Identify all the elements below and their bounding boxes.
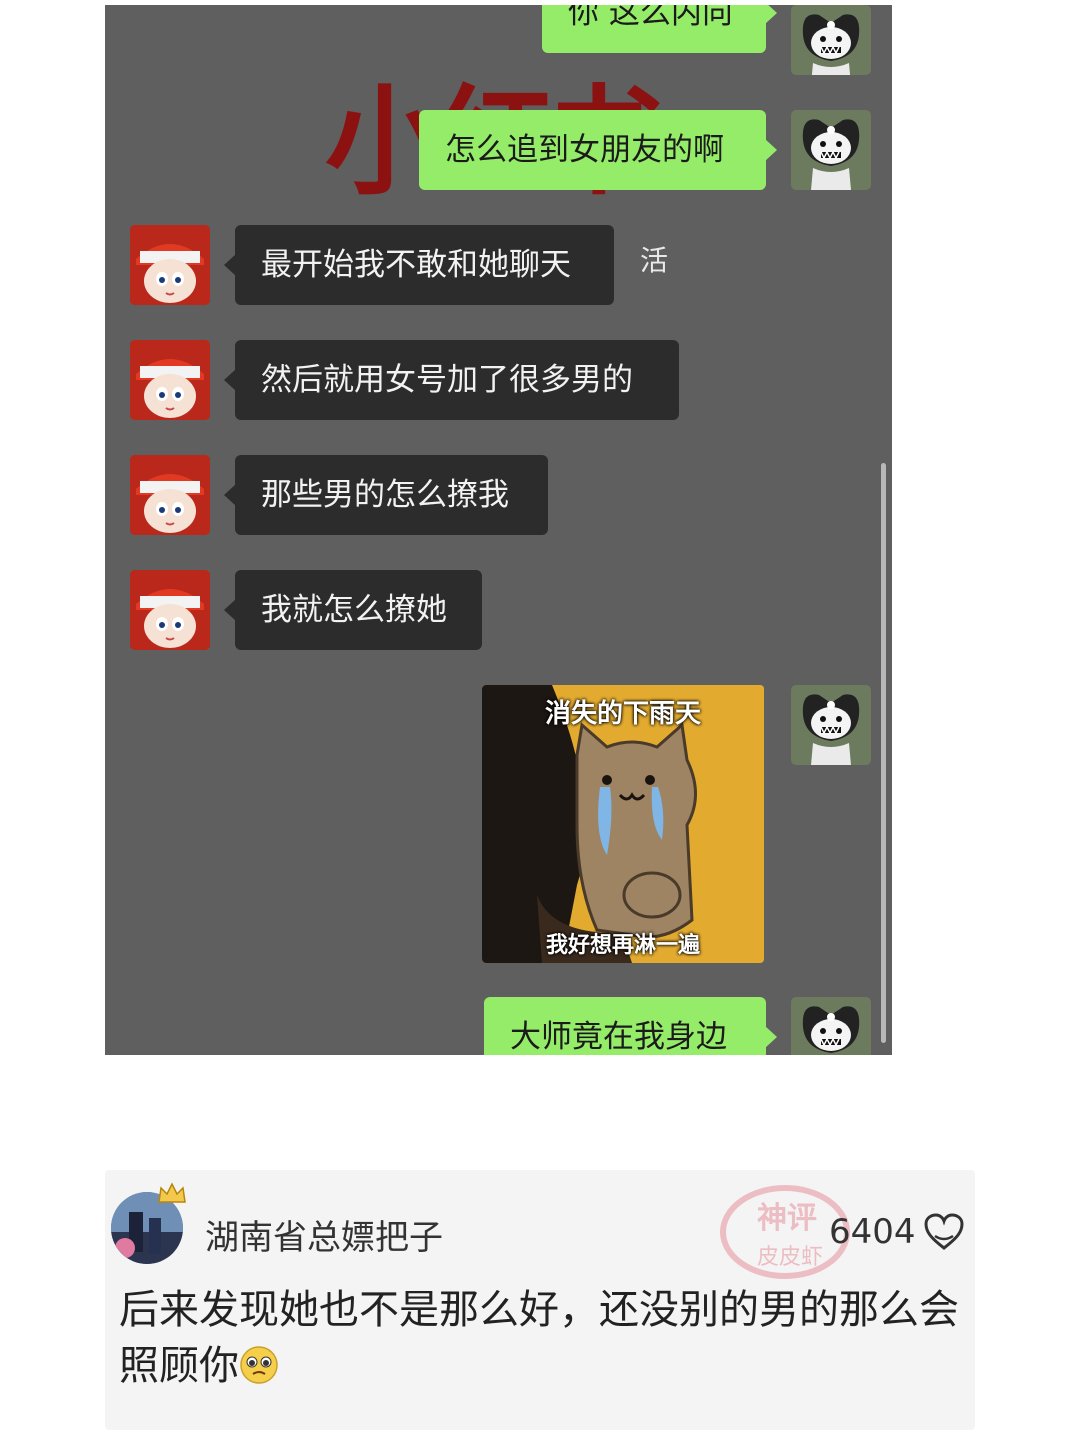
red-cap-avatar[interactable] — [130, 455, 210, 535]
kuromi-icon — [802, 119, 860, 190]
pleading-face-emoji-icon — [240, 1346, 278, 1384]
kuromi-avatar[interactable] — [791, 997, 871, 1055]
red-cap-character-icon — [130, 455, 210, 535]
red-cap-character-icon — [130, 340, 210, 420]
message-bubble-outgoing[interactable]: 大师竟在我身边 — [484, 997, 777, 1055]
message-bubble-outgoing[interactable]: 怎么追到女朋友的啊 — [419, 110, 777, 190]
sticker-image[interactable]: 消失的下雨天 我好想再淋一遍 — [482, 685, 764, 963]
message-bubble-incoming[interactable]: 我就怎么撩她 — [224, 570, 482, 650]
kuromi-avatar[interactable] — [791, 110, 871, 190]
kuromi-icon — [802, 14, 860, 75]
red-cap-avatar[interactable] — [130, 225, 210, 305]
kuromi-icon — [802, 694, 860, 765]
red-cap-avatar[interactable] — [130, 340, 210, 420]
message-bubble-outgoing[interactable]: 你 这么内向 — [542, 5, 777, 53]
like-count: 6404 — [829, 1212, 916, 1252]
kuromi-avatar[interactable] — [791, 685, 871, 765]
commenter-username[interactable]: 湖南省总嫖把子 — [205, 1210, 443, 1259]
message-bubble-incoming[interactable]: 然后就用女号加了很多男的 — [224, 340, 679, 420]
comment-card: 湖南省总嫖把子 神评 皮皮虾 6404 后来发现她也不是那么好，还没别的男的那么… — [105, 1170, 975, 1430]
heart-icon[interactable] — [923, 1212, 965, 1252]
message-bubble-incoming[interactable]: 最开始我不敢和她聊天 — [224, 225, 614, 305]
scrollbar[interactable] — [881, 463, 886, 1043]
stamp-text-top: 神评 — [757, 1201, 817, 1236]
red-cap-character-icon — [130, 225, 210, 305]
sticker-caption-top: 消失的下雨天 — [544, 699, 701, 729]
comment-text: 后来发现她也不是那么好，还没别的男的那么会照顾你 — [119, 1282, 969, 1394]
red-cap-character-icon — [130, 570, 210, 650]
crown-icon — [158, 1182, 186, 1203]
kuromi-icon — [802, 1006, 860, 1053]
side-character: 活 — [640, 244, 669, 277]
message-bubble-incoming[interactable]: 那些男的怎么撩我 — [224, 455, 548, 535]
stamp-text-bottom: 皮皮虾 — [757, 1245, 823, 1270]
chat-screenshot: 小红书 活 你 这么内向 怎么追到女朋友的啊 — [105, 5, 892, 1055]
kuromi-avatar[interactable] — [791, 5, 871, 75]
sticker-caption-bottom: 我好想再淋一遍 — [545, 933, 700, 958]
red-cap-avatar[interactable] — [130, 570, 210, 650]
